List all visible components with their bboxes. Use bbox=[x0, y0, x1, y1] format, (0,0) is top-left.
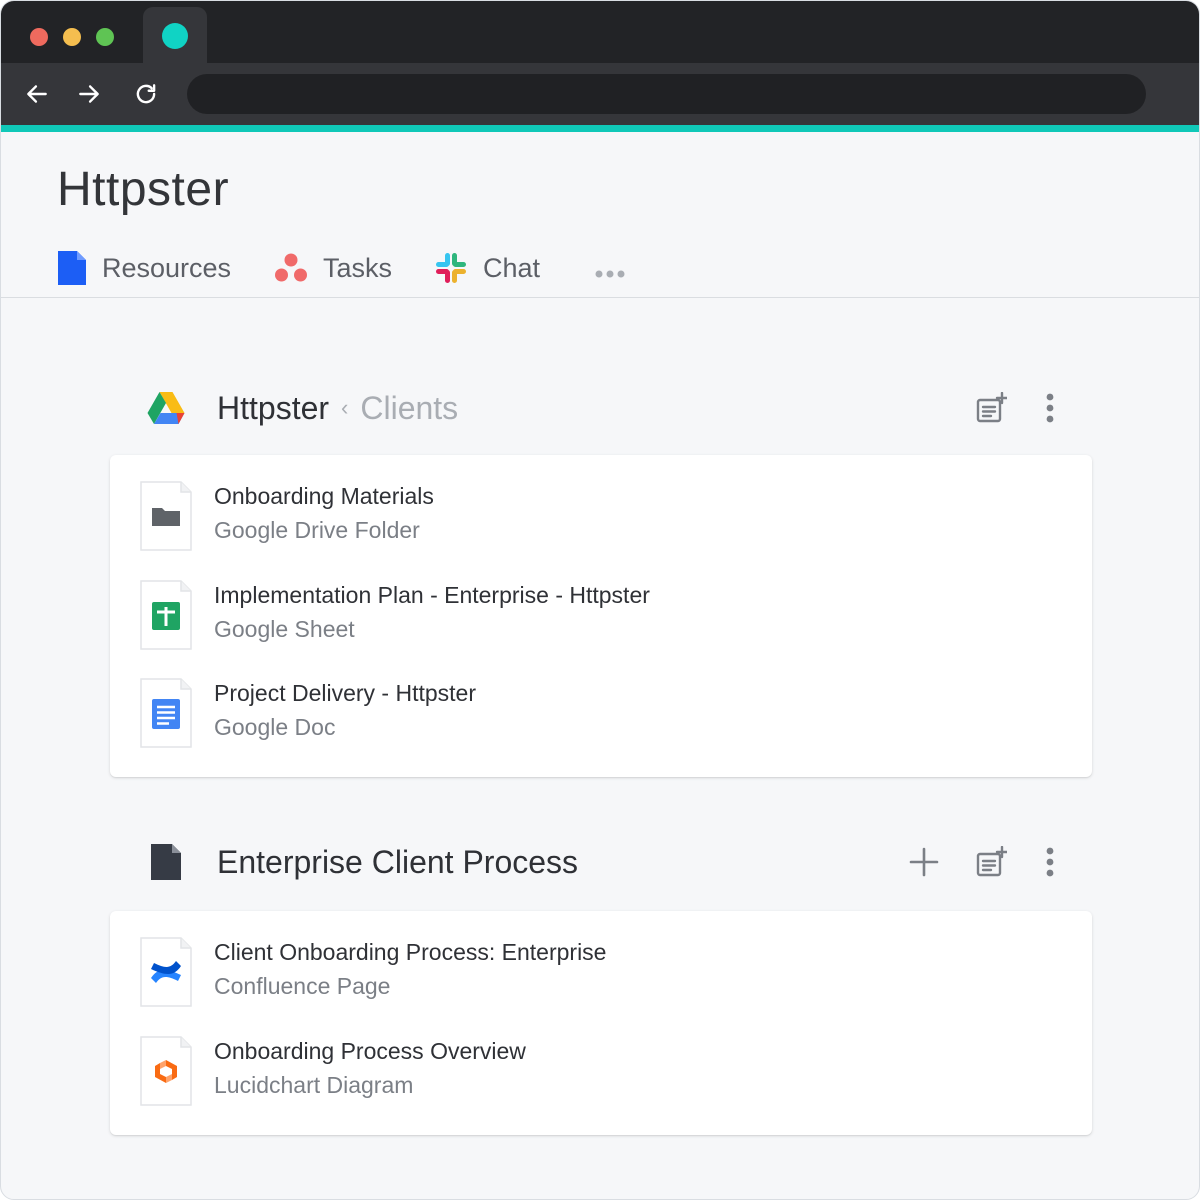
file-thumbnail bbox=[140, 580, 192, 650]
more-options-button[interactable] bbox=[1033, 845, 1067, 879]
tab-label: Tasks bbox=[323, 252, 393, 283]
breadcrumb-current: Clients bbox=[360, 389, 459, 426]
note-add-icon bbox=[976, 846, 1007, 877]
close-window-button[interactable] bbox=[30, 28, 48, 46]
file-thumbnail bbox=[140, 678, 192, 748]
reload-button[interactable] bbox=[129, 77, 163, 111]
more-vertical-icon bbox=[1046, 847, 1054, 877]
lucidchart-icon bbox=[140, 1036, 192, 1106]
list-item[interactable]: Onboarding Materials Google Drive Folder bbox=[140, 481, 1040, 551]
item-name: Project Delivery - Httpster bbox=[214, 680, 477, 706]
item-type: Lucidchart Diagram bbox=[214, 1072, 414, 1098]
page-title: Httpster bbox=[57, 163, 230, 216]
list-item[interactable]: Project Delivery - Httpster Google Doc bbox=[140, 678, 1040, 748]
resource-card-drive: Onboarding Materials Google Drive Folder… bbox=[110, 455, 1092, 777]
file-thumbnail bbox=[140, 937, 192, 1007]
section-title: Enterprise Client Process bbox=[217, 843, 579, 880]
accent-line bbox=[1, 125, 1199, 132]
forward-button[interactable] bbox=[72, 77, 106, 111]
google-sheets-icon bbox=[140, 580, 192, 650]
more-options-button[interactable] bbox=[1033, 391, 1067, 425]
slack-icon bbox=[436, 253, 466, 283]
google-drive-icon bbox=[147, 392, 185, 424]
tab-resources[interactable]: Resources bbox=[58, 250, 231, 286]
google-docs-icon bbox=[140, 678, 192, 748]
note-add-icon bbox=[976, 392, 1007, 423]
browser-window: Httpster Resources Tasks Chat Httpster ‹… bbox=[0, 0, 1200, 1200]
item-name: Onboarding Materials bbox=[214, 483, 434, 509]
item-type: Google Sheet bbox=[214, 616, 355, 642]
arrow-right-icon bbox=[79, 85, 99, 103]
item-name: Onboarding Process Overview bbox=[214, 1038, 526, 1064]
resource-card-enterprise: Client Onboarding Process: Enterprise Co… bbox=[110, 911, 1092, 1135]
breadcrumb-separator: ‹ bbox=[341, 395, 349, 420]
list-item[interactable]: Implementation Plan - Enterprise - Https… bbox=[140, 580, 1040, 650]
breadcrumb-root[interactable]: Httpster bbox=[217, 390, 329, 427]
back-button[interactable] bbox=[20, 77, 54, 111]
list-item[interactable]: Client Onboarding Process: Enterprise Co… bbox=[140, 937, 1040, 1007]
more-vertical-icon bbox=[1046, 393, 1054, 423]
favicon-icon bbox=[162, 23, 188, 49]
add-note-button[interactable] bbox=[974, 391, 1008, 425]
item-type: Confluence Page bbox=[214, 973, 391, 999]
browser-tab[interactable] bbox=[143, 7, 207, 63]
maximize-window-button[interactable] bbox=[96, 28, 114, 46]
reload-icon bbox=[136, 84, 156, 104]
section-header-enterprise: Enterprise Client Process bbox=[147, 837, 1067, 887]
tab-tasks[interactable]: Tasks bbox=[275, 250, 392, 286]
file-thumbnail bbox=[140, 1036, 192, 1106]
tab-label: Resources bbox=[102, 252, 232, 283]
item-type: Google Drive Folder bbox=[214, 517, 420, 543]
browser-tab-bar bbox=[1, 1, 1199, 63]
add-note-button[interactable] bbox=[974, 845, 1008, 879]
browser-toolbar bbox=[1, 63, 1199, 125]
tab-chat[interactable]: Chat bbox=[435, 250, 540, 286]
minimize-window-button[interactable] bbox=[63, 28, 81, 46]
asana-icon bbox=[275, 253, 307, 282]
item-name: Client Onboarding Process: Enterprise bbox=[214, 939, 607, 965]
add-button[interactable] bbox=[907, 845, 941, 879]
folder-icon bbox=[140, 481, 192, 551]
more-horizontal-icon bbox=[595, 270, 625, 278]
item-name: Implementation Plan - Enterprise - Https… bbox=[214, 582, 650, 608]
item-type: Google Doc bbox=[214, 714, 336, 740]
section-header-drive: Httpster ‹ Clients bbox=[147, 383, 1067, 433]
plus-icon bbox=[909, 847, 939, 877]
tab-label: Chat bbox=[483, 252, 541, 283]
document-icon bbox=[151, 844, 181, 880]
list-item[interactable]: Onboarding Process Overview Lucidchart D… bbox=[140, 1036, 1040, 1106]
address-bar[interactable] bbox=[187, 74, 1146, 114]
more-tabs-button[interactable] bbox=[594, 256, 626, 292]
confluence-icon bbox=[140, 937, 192, 1007]
document-icon bbox=[58, 251, 86, 285]
arrow-left-icon bbox=[27, 85, 47, 103]
file-thumbnail bbox=[140, 481, 192, 551]
app-header: Httpster Resources Tasks Chat bbox=[1, 132, 1199, 298]
